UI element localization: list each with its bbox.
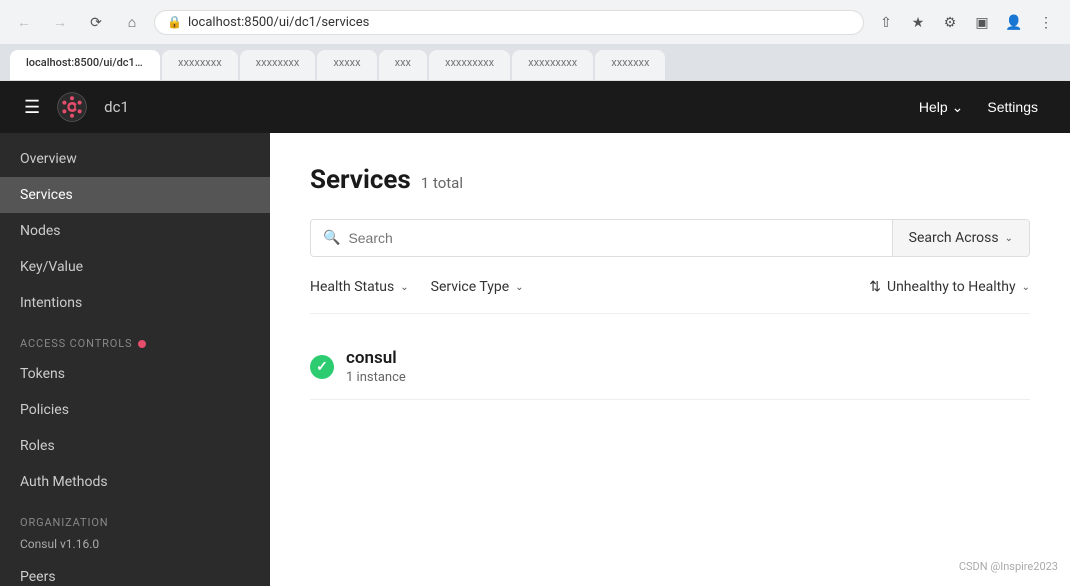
service-info: consul 1 instance <box>346 348 1030 385</box>
sidebar-item-label: Tokens <box>20 366 65 382</box>
search-across-button[interactable]: Search Across ⌄ <box>892 220 1029 256</box>
sidebar-item-policies[interactable]: Policies <box>0 392 270 428</box>
sidebar-item-label: Peers <box>20 569 56 585</box>
service-instances: 1 instance <box>346 370 1030 385</box>
sidebar-item-intentions[interactable]: Intentions <box>0 285 270 321</box>
service-item[interactable]: ✓ consul 1 instance <box>310 334 1030 400</box>
sidebar-item-roles[interactable]: Roles <box>0 428 270 464</box>
settings-label: Settings <box>987 99 1038 115</box>
sidebar-item-label: Auth Methods <box>20 474 108 490</box>
sidebar-item-kv[interactable]: Key/Value <box>0 249 270 285</box>
search-icon: 🔍 <box>323 230 340 246</box>
home-button[interactable]: ⌂ <box>118 8 146 36</box>
service-list: ✓ consul 1 instance <box>310 334 1030 400</box>
sort-chevron-icon: ⌄ <box>1022 282 1030 293</box>
consul-logo: C <box>56 91 88 123</box>
sidebar-item-services[interactable]: Services <box>0 177 270 213</box>
search-input[interactable] <box>348 220 879 256</box>
hamburger-button[interactable]: ☰ <box>20 93 44 122</box>
sidebar-item-nodes[interactable]: Nodes <box>0 213 270 249</box>
pip-button[interactable]: ▣ <box>968 8 996 36</box>
watermark: CSDN @Inspire2023 <box>959 560 1058 573</box>
service-type-filter[interactable]: Service Type ⌄ <box>431 273 538 301</box>
sidebar-item-label: Services <box>20 187 73 203</box>
access-controls-label: ACCESS CONTROLS <box>20 337 132 350</box>
sidebar-item-auth-methods[interactable]: Auth Methods <box>0 464 270 500</box>
sort-button[interactable]: ⇅ Unhealthy to Healthy ⌄ <box>869 273 1030 301</box>
service-type-label: Service Type <box>431 279 510 295</box>
search-input-wrapper[interactable]: 🔍 <box>311 220 892 256</box>
address-bar[interactable]: 🔒 localhost:8500/ui/dc1/services <box>154 10 864 35</box>
sort-icon: ⇅ <box>869 279 881 295</box>
health-status-label: Health Status <box>310 279 394 295</box>
organization-section: ORGANIZATION <box>0 500 270 535</box>
sort-label: Unhealthy to Healthy <box>887 279 1016 295</box>
browser-tab-4[interactable]: xxxxx <box>317 50 376 80</box>
lock-icon: 🔒 <box>167 15 182 29</box>
sidebar-item-overview[interactable]: Overview <box>0 141 270 177</box>
health-status-filter[interactable]: Health Status ⌄ <box>310 273 423 301</box>
browser-tab-6[interactable]: xxxxxxxxx <box>429 50 510 80</box>
share-button[interactable]: ⇧ <box>872 8 900 36</box>
menu-button[interactable]: ⋮ <box>1032 8 1060 36</box>
sidebar-item-label: Roles <box>20 438 55 454</box>
service-status-healthy-icon: ✓ <box>310 355 334 379</box>
page-subtitle: 1 total <box>421 174 463 192</box>
datacenter-label: dc1 <box>104 98 129 116</box>
browser-tab-1[interactable]: localhost:8500/ui/dc1/services <box>10 50 160 80</box>
settings-button[interactable]: Settings <box>975 93 1050 121</box>
bookmark-button[interactable]: ★ <box>904 8 932 36</box>
consul-version: Consul v1.16.0 <box>0 535 270 559</box>
service-type-chevron-icon: ⌄ <box>515 282 523 293</box>
browser-tab-7[interactable]: xxxxxxxxx <box>512 50 593 80</box>
page-title: Services <box>310 165 411 195</box>
access-status-dot <box>138 340 146 348</box>
browser-tab-5[interactable]: xxx <box>379 50 427 80</box>
sidebar-item-label: Overview <box>20 151 77 167</box>
sidebar-item-peers[interactable]: Peers <box>0 559 270 586</box>
help-button[interactable]: Help ⌄ <box>907 93 976 122</box>
reload-button[interactable]: ⟳ <box>82 8 110 36</box>
top-navigation: ☰ C dc1 Help ⌄ Settings <box>0 81 1070 133</box>
help-label: Help <box>919 99 948 115</box>
browser-tab-3[interactable]: xxxxxxxx <box>240 50 316 80</box>
browser-tab-8[interactable]: xxxxxxx <box>595 50 665 80</box>
sidebar-item-tokens[interactable]: Tokens <box>0 356 270 392</box>
service-name: consul <box>346 348 1030 368</box>
back-button[interactable]: ← <box>10 8 38 36</box>
url-display: localhost:8500/ui/dc1/services <box>188 15 851 30</box>
forward-button[interactable]: → <box>46 8 74 36</box>
sidebar: Overview Services Nodes Key/Value Intent… <box>0 133 270 586</box>
main-content: Services 1 total 🔍 Search Across ⌄ Healt… <box>270 133 1070 586</box>
profile-button[interactable]: 👤 <box>1000 8 1028 36</box>
page-title-row: Services 1 total <box>310 165 1030 195</box>
browser-tab-2[interactable]: xxxxxxxx <box>162 50 238 80</box>
health-status-chevron-icon: ⌄ <box>400 282 408 293</box>
extensions-button[interactable]: ⚙ <box>936 8 964 36</box>
sidebar-item-label: Intentions <box>20 295 82 311</box>
sidebar-item-label: Key/Value <box>20 259 83 275</box>
filter-row: Health Status ⌄ Service Type ⌄ ⇅ Unhealt… <box>310 273 1030 314</box>
search-across-chevron-icon: ⌄ <box>1005 233 1013 244</box>
access-controls-section: ACCESS CONTROLS <box>0 321 270 356</box>
sidebar-item-label: Policies <box>20 402 69 418</box>
browser-tabs: localhost:8500/ui/dc1/services xxxxxxxx … <box>0 44 1070 80</box>
help-chevron-icon: ⌄ <box>952 99 964 116</box>
browser-chrome: ← → ⟳ ⌂ 🔒 localhost:8500/ui/dc1/services… <box>0 0 1070 81</box>
sidebar-item-label: Nodes <box>20 223 61 239</box>
organization-label: ORGANIZATION <box>20 516 109 529</box>
consul-logo-svg: C <box>56 91 88 123</box>
search-row: 🔍 Search Across ⌄ <box>310 219 1030 257</box>
search-across-label: Search Across <box>909 230 999 246</box>
